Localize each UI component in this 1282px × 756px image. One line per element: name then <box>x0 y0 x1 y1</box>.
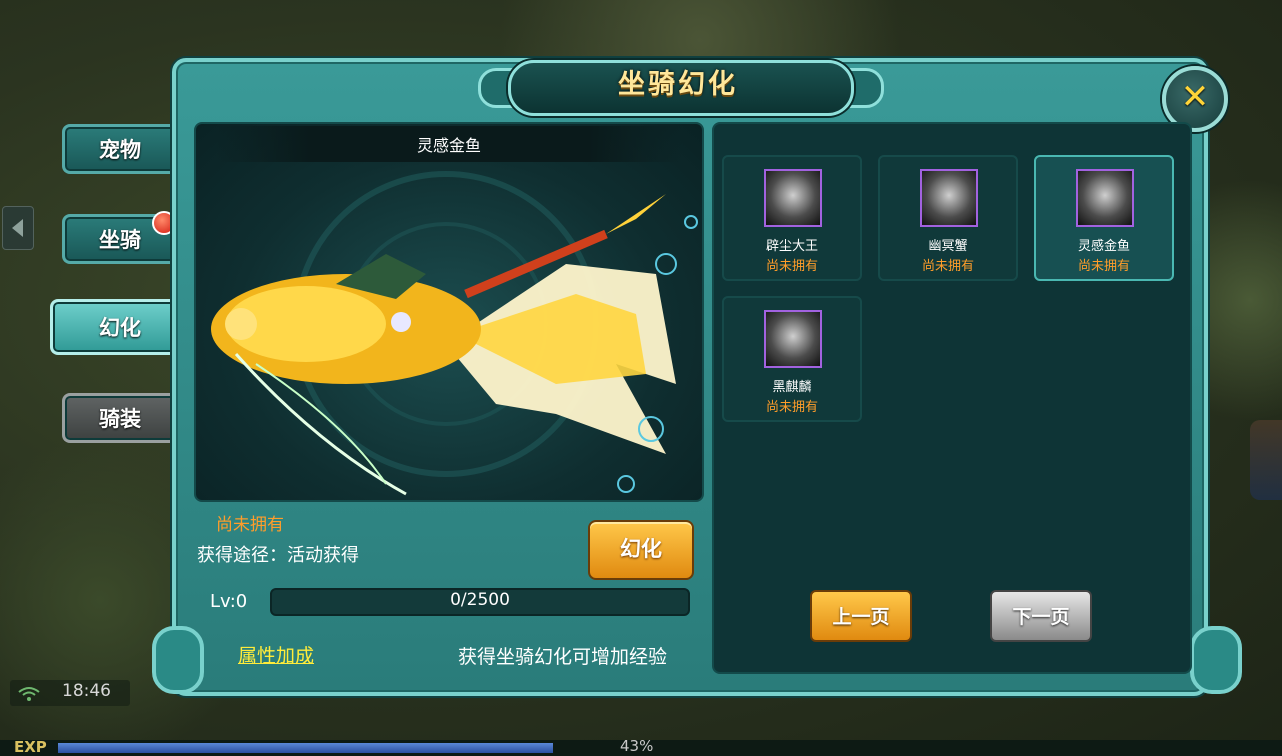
mount-name: 幽冥蟹 <box>928 239 968 254</box>
next-page-button[interactable]: 下一页 <box>990 590 1092 642</box>
close-icon: ✕ <box>1180 77 1210 117</box>
panel-corner-ornament-right <box>1190 626 1242 694</box>
mount-status: 尚未拥有 <box>1077 259 1130 274</box>
wifi-icon <box>18 687 40 701</box>
transform-button[interactable]: 幻化 <box>588 520 694 580</box>
prev-page-button[interactable]: 上一页 <box>810 590 912 642</box>
mount-name: 灵感金鱼 <box>1077 239 1130 254</box>
goldfish-mount-image <box>211 171 698 496</box>
exp-label: EXP <box>14 738 47 756</box>
mount-status: 尚未拥有 <box>765 259 818 274</box>
status-clock: 18:46 <box>10 680 130 706</box>
acquisition-source: 获得途径：活动获得 <box>197 545 359 566</box>
mount-portrait-icon <box>764 310 822 368</box>
tab-mount-gear[interactable]: 骑装 <box>62 393 174 443</box>
panel-corner-ornament-left <box>152 626 204 694</box>
mount-card[interactable]: 幽冥蟹 尚未拥有 <box>878 155 1018 281</box>
mount-portrait-icon <box>920 169 978 227</box>
character-sprite <box>1250 420 1282 500</box>
mount-name: 辟尘大王 <box>765 239 818 254</box>
tab-transform-label: 幻化 <box>99 316 141 340</box>
mount-portrait-icon <box>764 169 822 227</box>
exp-tip-text: 获得坐骑幻化可增加经验 <box>458 646 668 668</box>
clock-time: 18:46 <box>62 681 111 701</box>
mount-card[interactable]: 辟尘大王 尚未拥有 <box>722 155 862 281</box>
mount-status: 尚未拥有 <box>921 259 974 274</box>
mount-card[interactable]: 黑麒麟 尚未拥有 <box>722 296 862 422</box>
mount-preview[interactable]: 灵感金鱼 <box>194 122 704 502</box>
tab-transform[interactable]: 幻化 <box>50 299 174 355</box>
mount-status: 尚未拥有 <box>765 400 818 415</box>
tab-pet[interactable]: 宠物 <box>62 124 174 174</box>
attribute-bonus-link[interactable]: 属性加成 <box>238 641 314 668</box>
preview-mount-name: 灵感金鱼 <box>416 136 481 155</box>
chevron-left-icon[interactable] <box>2 206 34 250</box>
exp-progress-text: 0/2500 <box>450 590 510 610</box>
player-exp-bar: EXP 43% <box>0 737 1282 756</box>
ownership-status: 尚未拥有 <box>216 515 284 535</box>
tab-pet-label: 宠物 <box>99 138 141 162</box>
mount-card-selected[interactable]: 灵感金鱼 尚未拥有 <box>1034 155 1174 281</box>
page-title: 坐骑幻化 <box>618 69 738 100</box>
level-label: Lv:0 <box>210 591 248 612</box>
preview-name-bar: 灵感金鱼 <box>216 126 682 162</box>
mount-name: 黑麒麟 <box>772 380 812 395</box>
mount-portrait-icon <box>1076 169 1134 227</box>
tab-mount[interactable]: 坐骑 <box>62 211 176 264</box>
tab-mount-label: 坐骑 <box>99 228 141 252</box>
exp-percent: 43% <box>620 737 654 755</box>
player-exp-fill <box>58 743 554 753</box>
tab-mount-gear-label: 骑装 <box>99 407 141 431</box>
